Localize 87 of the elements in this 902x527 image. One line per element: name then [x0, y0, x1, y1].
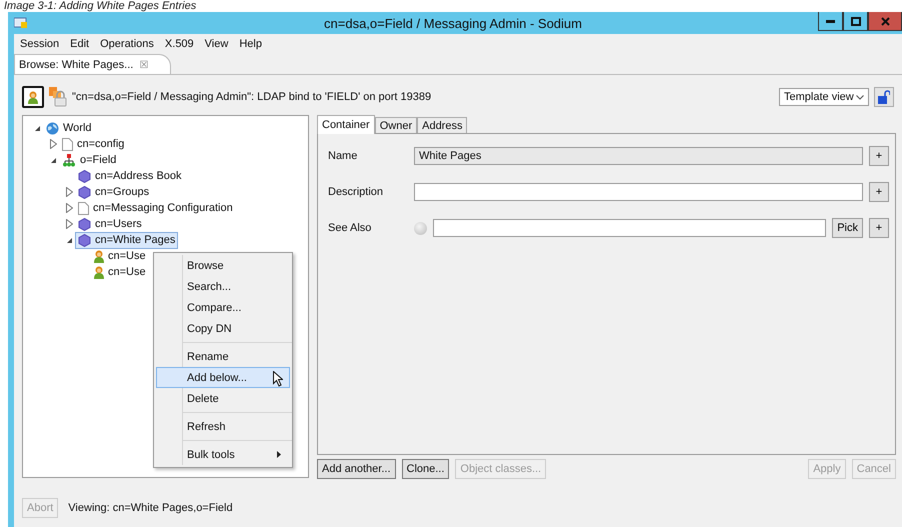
- hexagon-icon: [78, 170, 91, 182]
- menu-item[interactable]: Browse: [156, 255, 290, 276]
- close-icon: [880, 16, 890, 26]
- tree-item[interactable]: cn=Use: [91, 248, 149, 264]
- user-button[interactable]: [22, 86, 44, 108]
- editor-tab[interactable]: Browse: White Pages... ☒: [14, 54, 172, 74]
- menu-item[interactable]: Rename: [156, 346, 290, 367]
- field-label: Name: [328, 150, 358, 162]
- form-tab[interactable]: Address: [417, 117, 468, 133]
- document-icon: [62, 138, 73, 150]
- person-icon: [28, 90, 38, 104]
- tree-item[interactable]: cn=Users: [75, 216, 145, 232]
- add-value-button[interactable]: +: [869, 182, 889, 202]
- menu-item-label: Rename: [187, 350, 229, 362]
- collapse-icon[interactable]: [66, 236, 72, 244]
- add-value-button[interactable]: +: [869, 218, 889, 238]
- globe-icon: [46, 122, 59, 134]
- menu-item[interactable]: Operations: [100, 38, 154, 50]
- menu-item-label: Add below...: [187, 372, 247, 384]
- menu-item[interactable]: Help: [239, 38, 262, 50]
- tree-item[interactable]: cn=Address Book: [75, 168, 185, 184]
- menu-item-label: Compare...: [187, 302, 242, 314]
- maximize-button[interactable]: [843, 12, 868, 31]
- connection-status: "cn=dsa,o=Field / Messaging Admin": LDAP bind to 'FIELD' on port 19389: [72, 91, 432, 103]
- figure-caption: Image 3-1: Adding White Pages Entries: [3, 0, 198, 12]
- expand-icon[interactable]: [50, 139, 56, 149]
- menu-item[interactable]: Delete: [156, 388, 290, 409]
- radio-button[interactable]: [414, 222, 427, 234]
- menu-item[interactable]: Session: [20, 38, 60, 50]
- expand-icon[interactable]: [66, 187, 72, 197]
- form-tab[interactable]: Container: [317, 115, 375, 134]
- menu-item-label: Search...: [187, 280, 232, 292]
- lock-icon: [49, 87, 67, 107]
- action-button[interactable]: Clone...: [402, 459, 450, 479]
- menu-item[interactable]: View: [204, 38, 228, 50]
- menu-item[interactable]: Copy DN: [156, 318, 290, 339]
- tree-item[interactable]: World: [43, 120, 95, 136]
- menu-item[interactable]: X.509: [164, 38, 194, 50]
- menu-item[interactable]: Search...: [156, 276, 290, 297]
- menu-item-label: Copy DN: [187, 322, 232, 334]
- app-icon: [14, 17, 28, 29]
- maximize-icon: [850, 16, 860, 26]
- minimize-icon: [826, 20, 835, 22]
- minimize-button[interactable]: [818, 12, 843, 31]
- window-title: cn=dsa,o=Field / Messaging Admin - Sodium: [323, 16, 583, 30]
- hexagon-icon: [78, 234, 91, 246]
- tree-item[interactable]: o=Field: [59, 152, 120, 168]
- tree-item[interactable]: cn=Use: [91, 264, 149, 280]
- person-icon: [94, 250, 104, 262]
- tree-item[interactable]: cn=White Pages: [75, 232, 178, 248]
- menu-item-label: Delete: [187, 392, 219, 404]
- tree-item[interactable]: cn=Messaging Configuration: [75, 200, 236, 216]
- menu-item[interactable]: Edit: [70, 38, 90, 50]
- menu-item[interactable]: Add below...: [156, 367, 290, 388]
- input-field[interactable]: [414, 183, 863, 201]
- view-dropdown[interactable]: Template view: [779, 88, 869, 106]
- menu-item-label: Refresh: [187, 420, 226, 432]
- pick-button[interactable]: Pick: [832, 218, 863, 238]
- menu-item-label: Bulk tools: [187, 448, 235, 460]
- collapse-icon[interactable]: [50, 156, 56, 164]
- tab-label: Browse: White Pages...: [19, 58, 134, 70]
- form-tab[interactable]: Owner: [374, 117, 418, 133]
- input-field[interactable]: [433, 219, 826, 237]
- add-value-button[interactable]: +: [869, 146, 889, 166]
- input-field[interactable]: White Pages: [414, 147, 863, 165]
- expand-icon[interactable]: [66, 219, 72, 229]
- mouse-pointer-icon: [273, 371, 283, 387]
- expand-icon[interactable]: [66, 203, 72, 213]
- caret-icon: [856, 94, 864, 100]
- action-button[interactable]: Add another...: [317, 459, 396, 479]
- hexagon-icon: [78, 186, 91, 198]
- unlock-button[interactable]: [874, 87, 894, 107]
- menu-item[interactable]: Compare...: [156, 297, 290, 318]
- person-icon: [94, 266, 104, 278]
- menu-item[interactable]: Refresh: [156, 416, 290, 437]
- field-label: See Also: [328, 222, 372, 234]
- collapse-icon[interactable]: [34, 124, 40, 132]
- org-chart-icon: [62, 154, 76, 166]
- tree-item[interactable]: cn=config: [59, 136, 128, 152]
- status-text: Viewing: cn=White Pages,o=Field: [68, 502, 233, 514]
- menu-item[interactable]: Bulk tools: [156, 444, 290, 465]
- close-tab-button[interactable]: ☒: [139, 58, 148, 70]
- field-label: Description: [328, 186, 384, 198]
- document-icon: [78, 202, 89, 214]
- menu-item-label: Browse: [187, 260, 224, 272]
- tree-item[interactable]: cn=Groups: [75, 184, 152, 200]
- close-button[interactable]: [868, 12, 902, 31]
